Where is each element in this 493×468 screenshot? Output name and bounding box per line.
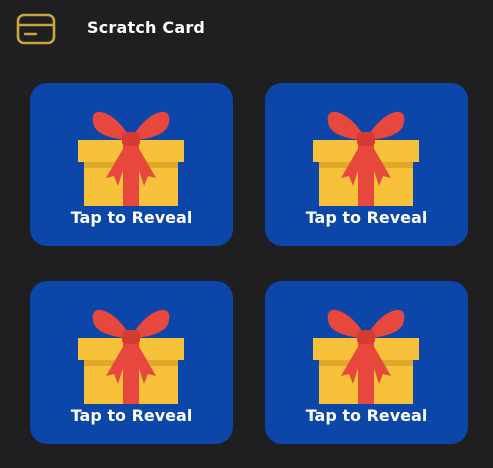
gift-icon	[311, 298, 421, 408]
gift-icon	[76, 100, 186, 210]
scratch-card-grid: Tap to Reveal Tap to Reveal Tap to Revea…	[0, 0, 493, 468]
gift-icon	[311, 100, 421, 210]
scratch-card-2[interactable]: Tap to Reveal	[265, 83, 468, 246]
card-label: Tap to Reveal	[70, 208, 193, 227]
gift-icon	[76, 298, 186, 408]
card-label: Tap to Reveal	[305, 406, 428, 425]
scratch-card-4[interactable]: Tap to Reveal	[265, 281, 468, 444]
scratch-card-3[interactable]: Tap to Reveal	[30, 281, 233, 444]
card-label: Tap to Reveal	[70, 406, 193, 425]
scratch-card-1[interactable]: Tap to Reveal	[30, 83, 233, 246]
card-label: Tap to Reveal	[305, 208, 428, 227]
